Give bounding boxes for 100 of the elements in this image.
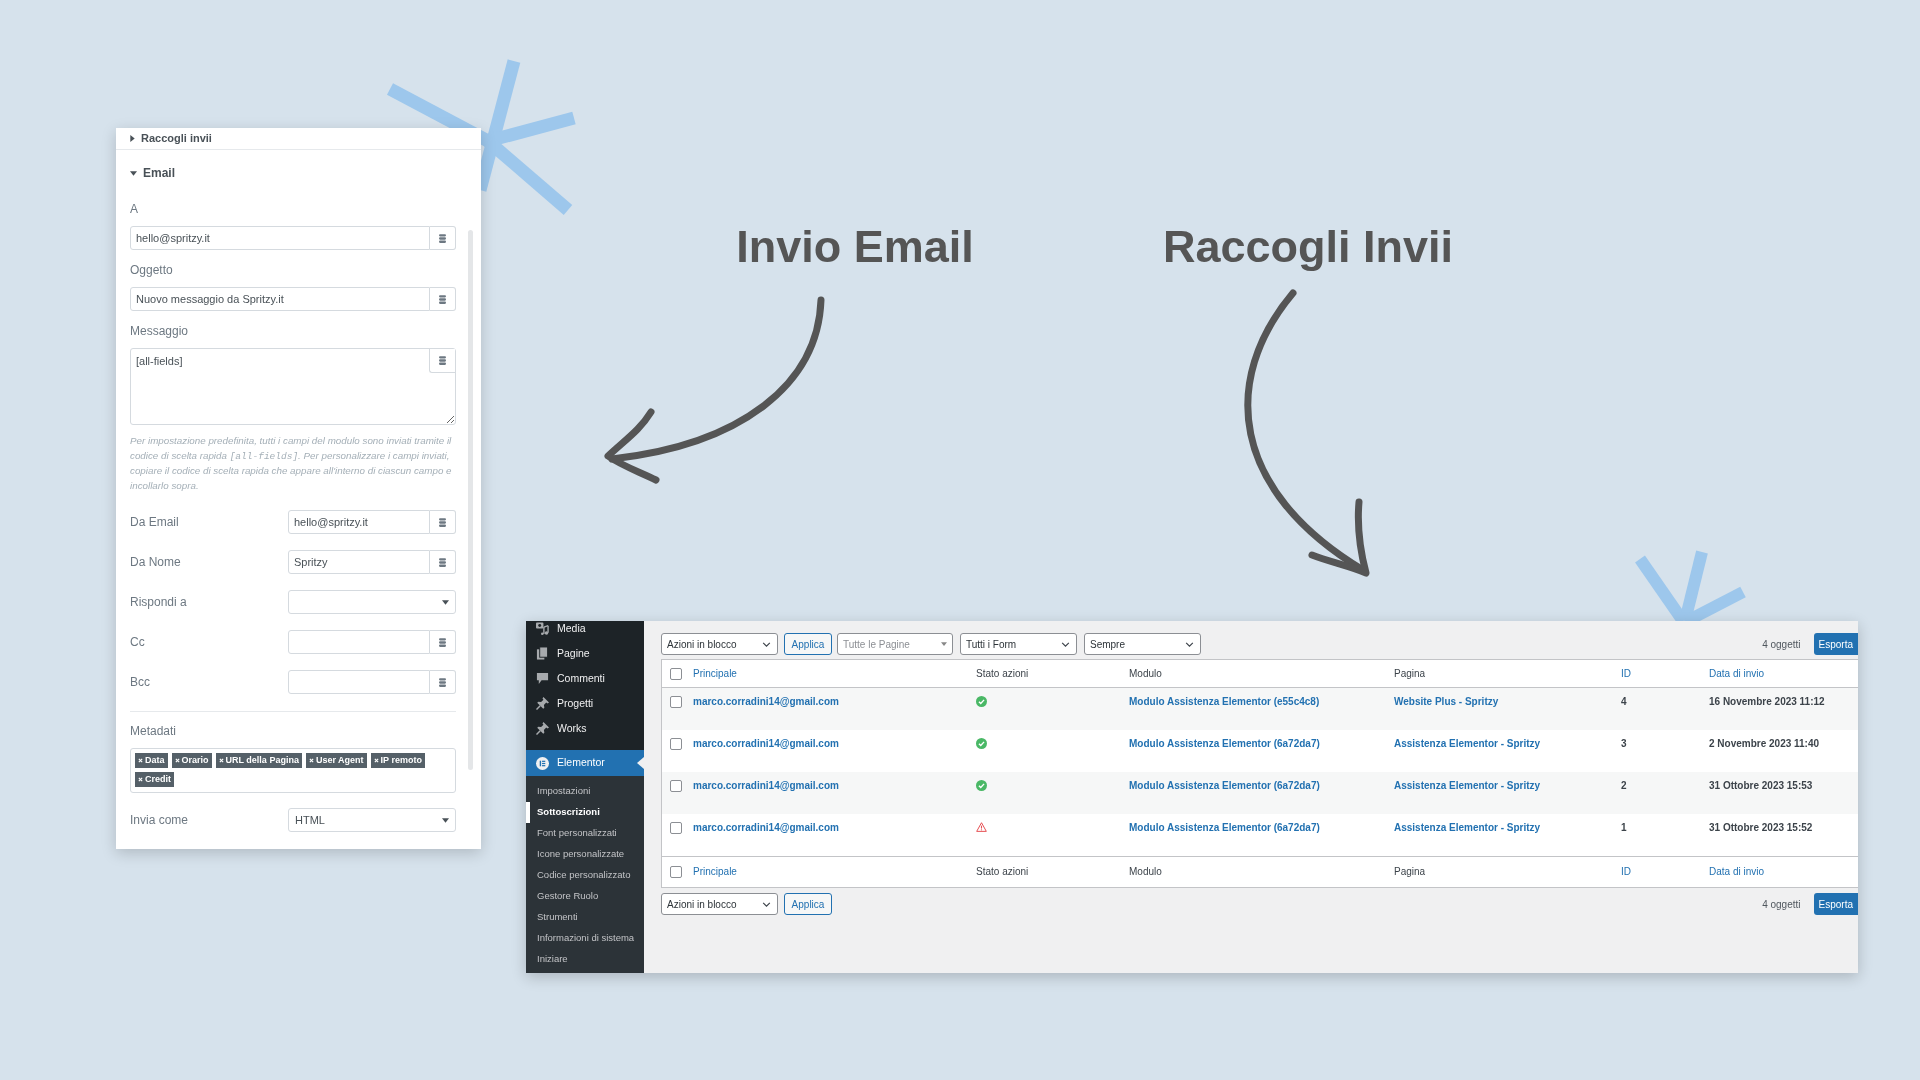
text-input[interactable]: hello@spritzy.it bbox=[130, 226, 430, 250]
checkbox[interactable] bbox=[670, 780, 682, 792]
column-header: Pagina bbox=[1394, 667, 1426, 679]
column-header[interactable]: Data di invio bbox=[1709, 667, 1765, 679]
text-input[interactable]: hello@spritzy.it bbox=[288, 510, 430, 534]
form-link[interactable]: Modulo Assistenza Elementor (6a72da7) bbox=[1129, 780, 1320, 791]
column-header[interactable]: Principale bbox=[693, 866, 737, 877]
database-icon bbox=[439, 233, 446, 243]
metadata-tag[interactable]: Data bbox=[135, 753, 168, 768]
remove-icon[interactable] bbox=[373, 758, 379, 763]
apply-button[interactable]: Applica bbox=[784, 893, 832, 915]
column-header: Modulo bbox=[1129, 667, 1162, 679]
menu-item[interactable]: Media bbox=[526, 621, 644, 641]
menu-item[interactable]: Elementor bbox=[526, 750, 644, 776]
dynamic-tags-button[interactable] bbox=[430, 226, 456, 250]
heading: Invio Email bbox=[736, 224, 974, 269]
chevron-down-icon bbox=[1061, 641, 1070, 647]
section-header[interactable]: Email bbox=[130, 165, 175, 181]
form-link[interactable]: Modulo Assistenza Elementor (6a72da7) bbox=[1129, 822, 1320, 833]
menu-item[interactable]: Works bbox=[526, 716, 644, 741]
filter-select[interactable]: Sempre bbox=[1084, 633, 1201, 655]
remove-icon[interactable] bbox=[218, 758, 224, 763]
section-header[interactable]: Raccogli invii bbox=[116, 128, 481, 150]
export-button[interactable]: Esporta bbox=[1813, 893, 1858, 915]
dynamic-tags-button[interactable] bbox=[430, 630, 456, 654]
bulk-action-select[interactable]: Azioni in blocco bbox=[661, 893, 778, 915]
remove-icon[interactable] bbox=[138, 777, 143, 782]
tag-label: URL della Pagina bbox=[225, 753, 299, 767]
form-link[interactable]: Modulo Assistenza Elementor (6a72da7) bbox=[1129, 738, 1320, 749]
dynamic-tags-button[interactable] bbox=[430, 510, 456, 534]
select-field[interactable] bbox=[288, 590, 456, 614]
metadata-tag[interactable]: User Agent bbox=[305, 753, 367, 768]
checkbox[interactable] bbox=[670, 667, 682, 680]
metadata-tag[interactable]: IP remoto bbox=[370, 753, 425, 768]
text-input[interactable] bbox=[288, 630, 430, 654]
page-link[interactable]: Assistenza Elementor - Spritzy bbox=[1394, 780, 1541, 791]
column-header[interactable]: ID bbox=[1621, 866, 1631, 877]
page-link[interactable]: Assistenza Elementor - Spritzy bbox=[1394, 822, 1541, 833]
submenu-item[interactable]: Strumenti bbox=[526, 907, 644, 928]
email-link[interactable]: marco.corradini14@gmail.com bbox=[693, 822, 839, 833]
remove-icon[interactable] bbox=[308, 758, 314, 763]
submenu-item[interactable]: Impostazioni bbox=[526, 781, 644, 802]
message-textarea[interactable]: [all-fields] bbox=[130, 348, 456, 425]
submenu-item[interactable]: Informazioni di sistema bbox=[526, 928, 644, 949]
email-link[interactable]: marco.corradini14@gmail.com bbox=[693, 696, 839, 707]
email-link[interactable]: marco.corradini14@gmail.com bbox=[693, 780, 839, 791]
column-header: Pagina bbox=[1394, 866, 1426, 877]
field-label: Oggetto bbox=[130, 263, 173, 277]
metadata-tag[interactable]: Credit bbox=[135, 772, 174, 787]
field-label: Cc bbox=[130, 634, 145, 651]
checkbox[interactable] bbox=[670, 738, 682, 750]
dynamic-tags-button[interactable] bbox=[430, 670, 456, 694]
submenu-item[interactable]: Font personalizzati bbox=[526, 823, 644, 844]
field-label: Da Nome bbox=[130, 554, 181, 571]
chevron-down-icon bbox=[762, 641, 771, 647]
export-button[interactable]: Esporta bbox=[1813, 633, 1858, 655]
dynamic-tags-button[interactable] bbox=[430, 287, 456, 311]
checkbox[interactable] bbox=[670, 822, 682, 834]
tag-label: Data bbox=[145, 753, 165, 767]
text-input[interactable]: Nuovo messaggio da Spritzy.it bbox=[130, 287, 430, 311]
select-field[interactable]: HTML bbox=[288, 808, 456, 832]
page-link[interactable]: Website Plus - Spritzy bbox=[1394, 696, 1499, 707]
dynamic-tags-button[interactable] bbox=[429, 349, 455, 373]
metadata-tag[interactable]: URL della Pagina bbox=[215, 753, 302, 768]
submenu-item[interactable]: Iniziare bbox=[526, 949, 644, 970]
remove-icon[interactable] bbox=[138, 758, 143, 763]
database-icon bbox=[439, 637, 446, 647]
form-link[interactable]: Modulo Assistenza Elementor (e55c4c8) bbox=[1129, 696, 1320, 707]
column-header[interactable]: Principale bbox=[693, 667, 737, 679]
column-header[interactable]: ID bbox=[1621, 667, 1631, 679]
field-label: Messaggio bbox=[130, 324, 189, 338]
field-label: A bbox=[130, 202, 138, 216]
id-text: 4 bbox=[1621, 696, 1627, 707]
checkbox[interactable] bbox=[670, 866, 682, 878]
metadata-tag[interactable]: Orario bbox=[171, 753, 212, 768]
menu-item[interactable]: Commenti bbox=[526, 666, 644, 691]
database-icon bbox=[439, 517, 446, 527]
apply-button[interactable]: Applica bbox=[784, 633, 832, 655]
filter-select[interactable]: Tutti i Form bbox=[960, 633, 1077, 655]
item-count: 4 oggetti bbox=[1762, 897, 1801, 912]
item-count: 4 oggetti bbox=[1762, 637, 1801, 652]
submenu-item[interactable]: Gestore Ruolo bbox=[526, 886, 644, 907]
checkbox[interactable] bbox=[670, 696, 682, 708]
text-input[interactable]: Spritzy bbox=[288, 550, 430, 574]
submenu-item[interactable]: Icone personalizzate bbox=[526, 844, 644, 865]
bulk-action-select[interactable]: Azioni in blocco bbox=[661, 633, 778, 655]
menu-item[interactable]: Pagine bbox=[526, 641, 644, 666]
tag-label: Credit bbox=[145, 772, 171, 786]
page-filter-select[interactable]: Tutte le Pagine bbox=[837, 633, 953, 655]
tags-field[interactable]: Data Orario URL della Pagina User Agent IP remoto Credit bbox=[130, 748, 456, 793]
submenu-item[interactable]: Codice personalizzato bbox=[526, 865, 644, 886]
field-label: Rispondi a bbox=[130, 594, 187, 611]
dynamic-tags-button[interactable] bbox=[430, 550, 456, 574]
page-link[interactable]: Assistenza Elementor - Spritzy bbox=[1394, 738, 1541, 749]
text-input[interactable] bbox=[288, 670, 430, 694]
column-header[interactable]: Data di invio bbox=[1709, 866, 1765, 877]
remove-icon[interactable] bbox=[174, 758, 180, 763]
menu-item[interactable]: Progetti bbox=[526, 691, 644, 716]
database-icon bbox=[439, 294, 446, 304]
email-link[interactable]: marco.corradini14@gmail.com bbox=[693, 738, 839, 749]
